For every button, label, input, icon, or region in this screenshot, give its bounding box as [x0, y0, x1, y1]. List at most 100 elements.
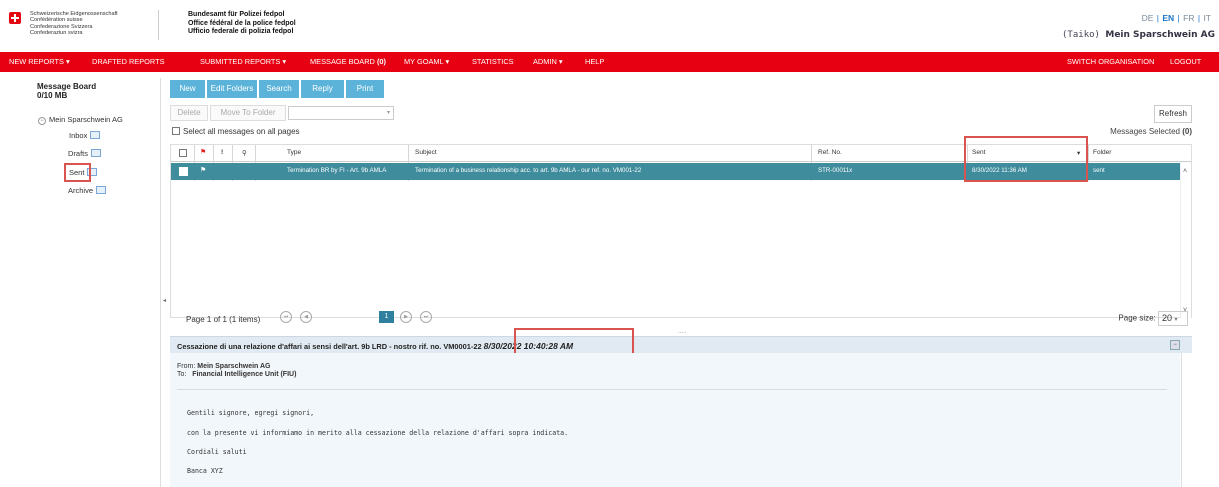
flag-icon[interactable]: ⚑ — [200, 166, 206, 174]
page-size-select[interactable]: 20 ▾ — [1158, 311, 1188, 326]
select-all-label: Select all messages on all pages — [183, 127, 300, 136]
resize-handle[interactable]: ..... — [678, 329, 686, 335]
chevron-down-icon: ▾ — [558, 57, 563, 66]
select-all-messages[interactable]: Select all messages on all pages — [172, 127, 300, 136]
body-line: Cordiali saluti — [187, 448, 247, 456]
collapse-icon[interactable]: − — [38, 117, 46, 125]
lang-sep: | — [1156, 13, 1159, 23]
message-count-badge: (0) — [376, 57, 386, 66]
column-ref-no[interactable]: Ref. No. — [818, 149, 842, 156]
importance-icon[interactable]: ! — [221, 149, 223, 156]
flag-icon[interactable]: ⚑ — [200, 148, 206, 156]
preview-scrollbar[interactable] — [1181, 353, 1192, 487]
minimize-icon[interactable]: − — [1170, 340, 1180, 350]
header-checkbox[interactable] — [179, 149, 187, 157]
cell-type: Termination BR by FI - Art. 9b AMLA — [287, 167, 387, 174]
search-button[interactable]: Search — [259, 80, 300, 98]
user-alias: (Taiko) — [1062, 30, 1100, 40]
page-size: Page size: 20 ▾ — [1118, 311, 1188, 326]
print-button[interactable]: Print — [346, 80, 385, 98]
first-page-icon[interactable]: ⏮ — [280, 311, 292, 323]
folder-archive[interactable]: Archive — [68, 186, 107, 195]
target-folder-select[interactable]: ▾ — [288, 106, 394, 120]
select-all-checkbox[interactable] — [172, 127, 180, 135]
nav-message-board[interactable]: MESSAGE BOARD (0) — [310, 57, 386, 66]
lang-de[interactable]: DE — [1142, 13, 1154, 23]
to-line: To: Financial Intelligence Unit (FIU) — [177, 371, 296, 379]
nav-admin[interactable]: ADMIN ▾ — [533, 57, 563, 66]
folder-label: Archive — [68, 186, 94, 195]
nav-label: NEW REPORTS — [9, 57, 64, 66]
prev-page-icon[interactable]: ◀ — [300, 311, 312, 323]
column-type[interactable]: Type — [287, 149, 301, 156]
refresh-button[interactable]: Refresh — [1154, 105, 1192, 123]
nav-drafted-reports[interactable]: DRAFTED REPORTS — [92, 57, 165, 66]
last-page-icon[interactable]: ⏭ — [420, 311, 432, 323]
current-page[interactable]: 1 — [379, 311, 394, 323]
app-header: Schweizerische Eidgenossenschaft Confédé… — [0, 0, 1219, 52]
lang-en[interactable]: EN — [1162, 13, 1174, 23]
column-folder[interactable]: Folder — [1093, 149, 1111, 156]
from-value: Mein Sparschwein AG — [197, 363, 271, 370]
attachment-icon[interactable]: ⚲ — [242, 149, 247, 157]
office-line-de: Bundesamt für Polizei fedpol — [188, 11, 285, 18]
column-subject[interactable]: Subject — [415, 149, 437, 156]
highlight-box-date — [514, 328, 634, 355]
preview-subject: Cessazione di una relazione d'affari ai … — [177, 342, 482, 351]
preview-body: From: Mein Sparschwein AG To: Financial … — [170, 353, 1180, 487]
folder-label: Inbox — [69, 131, 88, 140]
confed-line-rm: Confederaziun svizra — [30, 29, 83, 36]
nav-switch-organisation[interactable]: SWITCH ORGANISATION — [1067, 57, 1154, 66]
nav-new-reports[interactable]: NEW REPORTS ▾ — [9, 57, 70, 66]
edit-folders-button[interactable]: Edit Folders — [207, 80, 258, 98]
folder-label: Drafts — [68, 149, 89, 158]
message-board-sidebar: Message Board 0/10 MB − Mein Sparschwein … — [37, 82, 157, 195]
nav-label: MESSAGE BOARD — [310, 57, 375, 66]
confederation-name: Schweizerische Eidgenossenschaft Confédé… — [30, 11, 118, 36]
language-switcher: DE | EN | FR | IT — [1142, 13, 1211, 23]
body-line: con la presente vi informiamo in merito … — [187, 429, 569, 437]
from-to-block: From: Mein Sparschwein AG To: Financial … — [177, 363, 296, 380]
chevron-down-icon: ▾ — [445, 57, 450, 66]
to-label: To: — [177, 371, 187, 379]
main-nav: NEW REPORTS ▾ DRAFTED REPORTS SUBMITTED … — [0, 52, 1219, 72]
messages-selected: Messages Selected (0) — [1110, 127, 1192, 136]
folder-inbox[interactable]: Inbox — [69, 131, 101, 140]
nav-logout[interactable]: LOGOUT — [1170, 57, 1201, 66]
storage-quota: 0/10 MB — [37, 91, 68, 100]
pager-info: Page 1 of 1 (1 items) — [186, 315, 261, 324]
collapse-sidebar-icon[interactable]: ◂ — [163, 297, 166, 304]
page-size-label: Page size: — [1118, 313, 1156, 323]
scroll-up-icon[interactable]: ˄ — [1183, 168, 1187, 175]
chevron-down-icon: ▾ — [386, 110, 390, 116]
nav-my-goaml[interactable]: MY GOAML ▾ — [404, 57, 449, 66]
nav-statistics[interactable]: STATISTICS — [472, 57, 514, 66]
chevron-down-icon: ▾ — [1174, 317, 1178, 323]
reply-button[interactable]: Reply — [301, 80, 345, 98]
to-value: Financial Intelligence Unit (FIU) — [192, 371, 297, 379]
pane-splitter[interactable] — [160, 78, 161, 487]
tree-root-organisation[interactable]: − Mein Sparschwein AG — [38, 115, 123, 125]
inbox-icon — [90, 131, 101, 139]
user-organisation: Mein Sparschwein AG — [1105, 30, 1215, 40]
nav-help[interactable]: HELP — [585, 57, 604, 66]
sidebar-title: Message Board — [37, 82, 97, 91]
lang-fr[interactable]: FR — [1183, 13, 1194, 23]
highlight-box-sent-column — [964, 136, 1088, 182]
next-page-icon[interactable]: ▶ — [400, 311, 412, 323]
grid-scrollbar[interactable]: ˄ ˅ — [1180, 162, 1191, 318]
chevron-down-icon: ▾ — [65, 57, 70, 66]
drafts-icon — [91, 149, 102, 157]
new-button[interactable]: New — [170, 80, 206, 98]
delete-button[interactable]: Delete — [170, 105, 208, 121]
folder-drafts[interactable]: Drafts — [68, 149, 102, 158]
lang-it[interactable]: IT — [1203, 13, 1211, 23]
lang-sep: | — [1177, 13, 1180, 23]
nav-submitted-reports[interactable]: SUBMITTED REPORTS ▾ — [200, 57, 286, 66]
row-checkbox[interactable] — [179, 167, 188, 176]
office-line-it: Ufficio federale di polizia fedpol — [188, 28, 294, 36]
header-divider — [158, 10, 159, 40]
preview-header: Cessazione di una relazione d'affari ai … — [170, 336, 1192, 353]
lang-sep: | — [1197, 13, 1201, 23]
move-to-folder-button[interactable]: Move To Folder — [210, 105, 286, 121]
